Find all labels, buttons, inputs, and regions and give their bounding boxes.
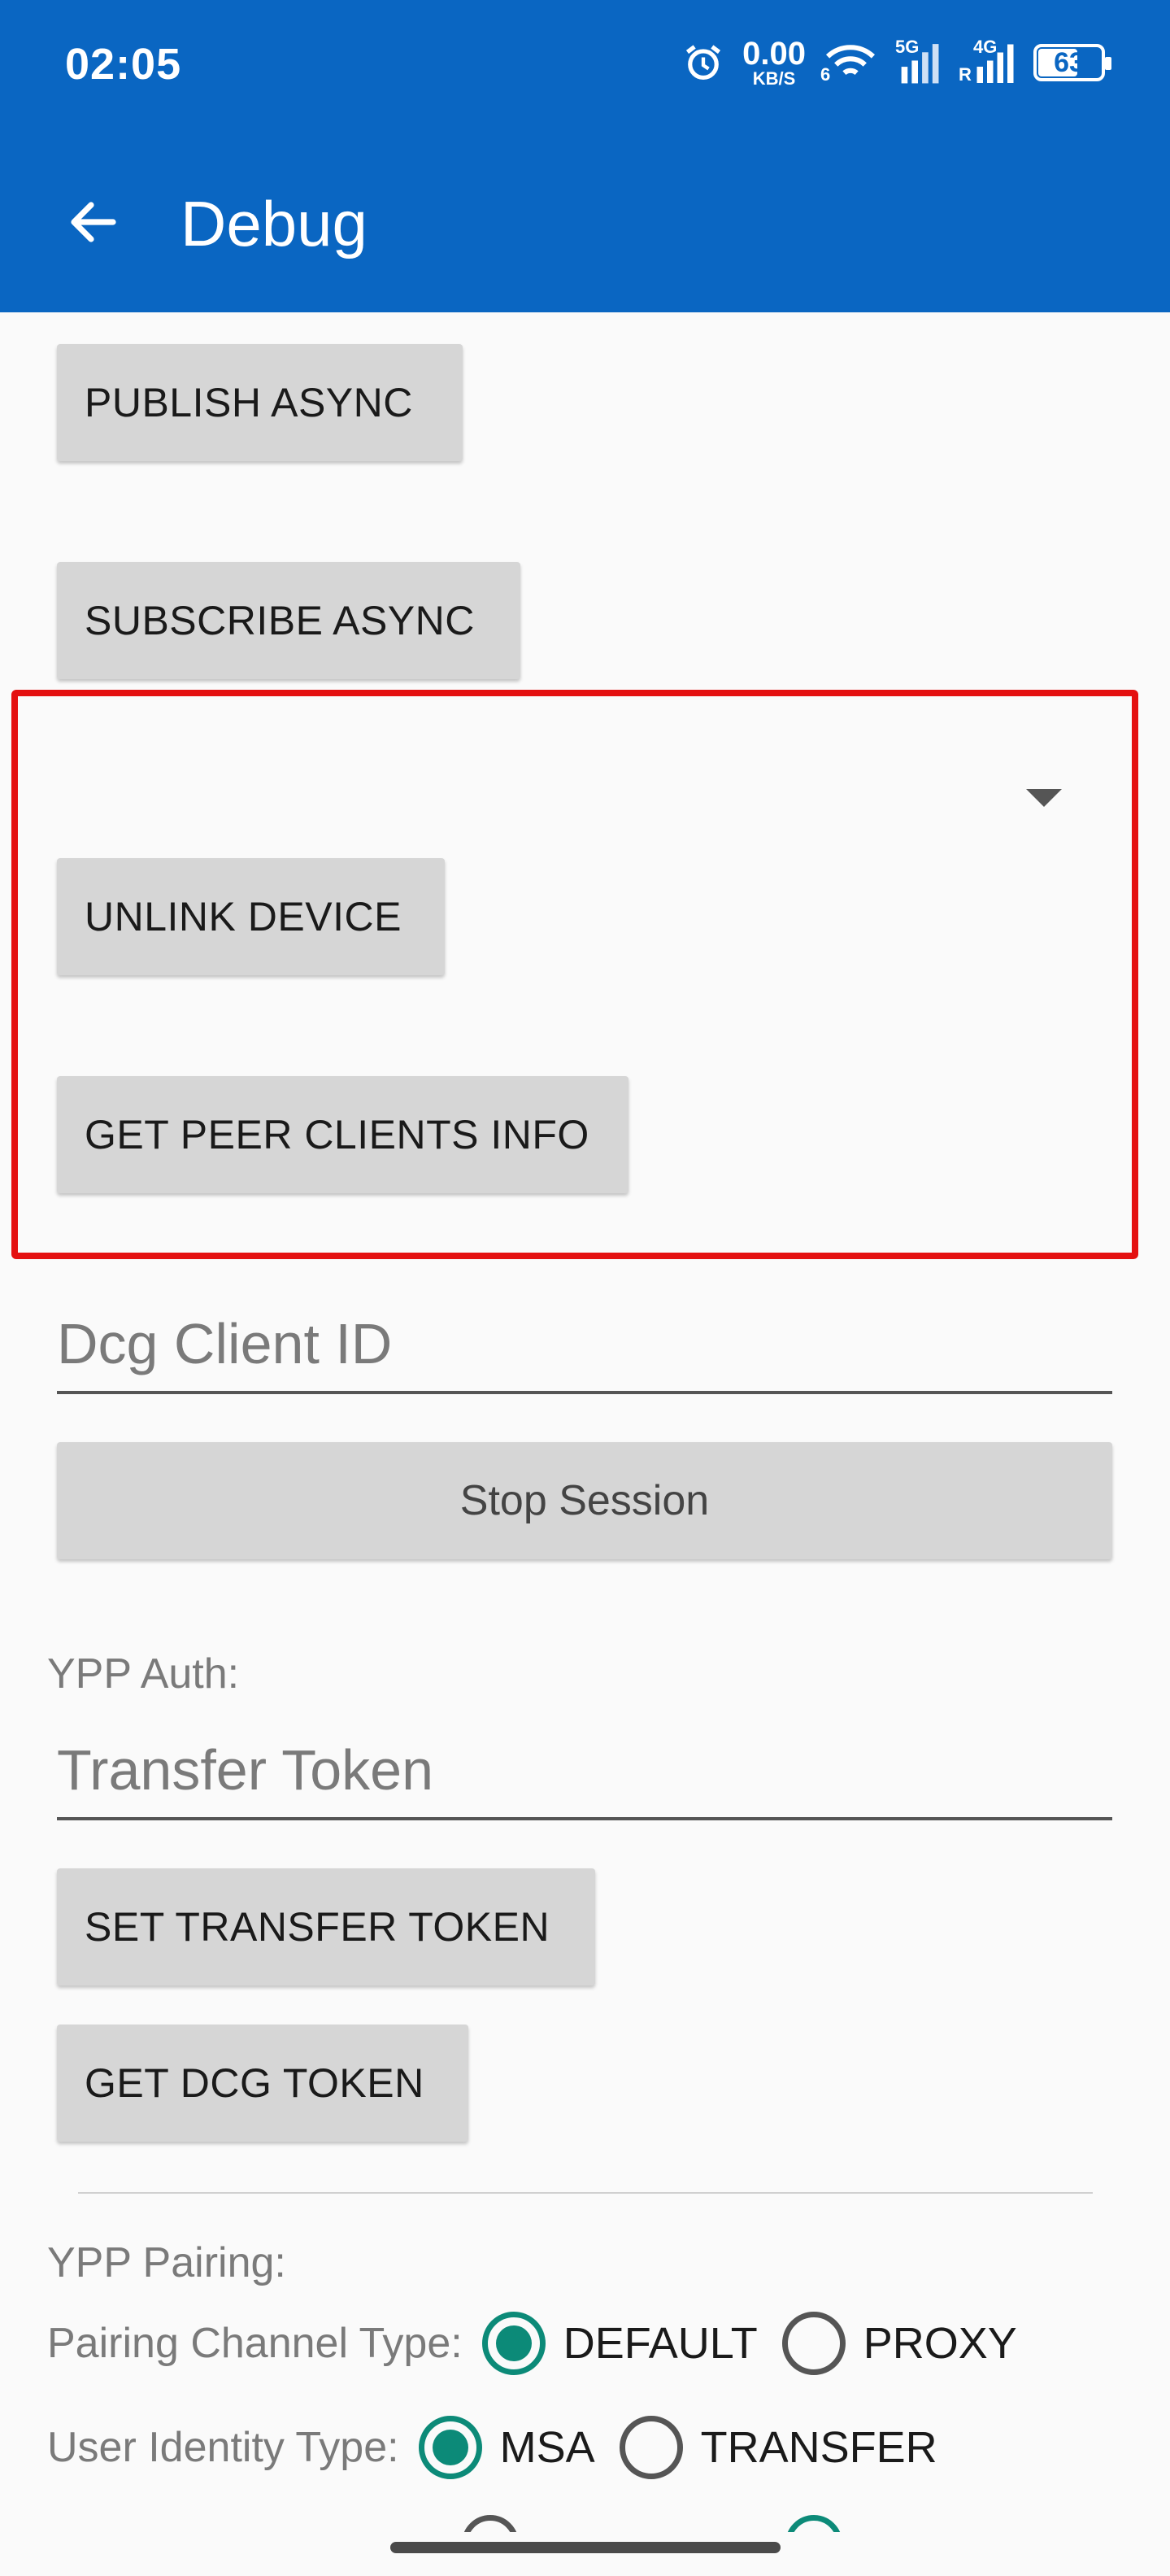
ypp-auth-label: YPP Auth: bbox=[47, 1650, 240, 1698]
unlink-device-button[interactable]: UNLINK DEVICE bbox=[57, 858, 445, 975]
wifi-icon: 6 bbox=[820, 41, 877, 85]
user-identity-label: User Identity Type: bbox=[47, 2424, 399, 2471]
page-title: Debug bbox=[181, 188, 368, 259]
dcg-client-id-field bbox=[57, 1311, 1112, 1394]
pairing-channel-row: Pairing Channel Type: DEFAULT PROXY bbox=[47, 2312, 1042, 2375]
set-transfer-token-button[interactable]: SET TRANSFER TOKEN bbox=[57, 1868, 595, 1985]
status-time: 02:05 bbox=[65, 40, 182, 89]
publish-async-button[interactable]: PUBLISH ASYNC bbox=[57, 344, 463, 461]
subscribe-async-button[interactable]: SUBSCRIBE ASYNC bbox=[57, 562, 520, 679]
transfer-token-input[interactable] bbox=[57, 1737, 1112, 1812]
radio-default[interactable] bbox=[481, 2312, 546, 2375]
dcg-client-id-input[interactable] bbox=[57, 1311, 1112, 1386]
stop-session-button[interactable]: Stop Session bbox=[57, 1442, 1112, 1559]
get-dcg-token-button[interactable]: GET DCG TOKEN bbox=[57, 2025, 468, 2142]
app-bar: 02:05 0.00 KB/S 6 5G 4G R 63 Debug bbox=[0, 0, 1170, 312]
arrow-left-icon bbox=[71, 202, 116, 242]
get-peer-clients-info-button[interactable]: GET PEER CLIENTS INFO bbox=[57, 1076, 628, 1193]
radio-proxy[interactable] bbox=[781, 2312, 846, 2375]
pairing-channel-label: Pairing Channel Type: bbox=[47, 2320, 463, 2367]
battery-icon: 63 bbox=[1033, 44, 1111, 81]
back-button[interactable] bbox=[57, 185, 130, 259]
radio-transfer[interactable] bbox=[619, 2416, 683, 2479]
home-indicator[interactable] bbox=[390, 2542, 781, 2553]
user-identity-row: User Identity Type: MSA TRANSFER bbox=[47, 2416, 962, 2479]
radio-transfer-label[interactable]: TRANSFER bbox=[701, 2422, 937, 2473]
radio-default-label[interactable]: DEFAULT bbox=[563, 2318, 758, 2369]
radio-proxy-label[interactable]: PROXY bbox=[863, 2318, 1017, 2369]
partial-radio[interactable] bbox=[785, 2515, 842, 2532]
net-speed: 0.00 KB/S bbox=[742, 36, 806, 89]
divider bbox=[78, 2192, 1093, 2194]
signal-icon: 4G R bbox=[959, 37, 1016, 85]
status-icons: 0.00 KB/S 6 5G 4G R 63 bbox=[682, 36, 1111, 89]
transfer-token-field bbox=[57, 1737, 1112, 1820]
radio-msa[interactable] bbox=[418, 2416, 482, 2479]
radio-msa-label[interactable]: MSA bbox=[500, 2422, 595, 2473]
signal-icon: 5G bbox=[895, 37, 941, 84]
ypp-pairing-label: YPP Pairing: bbox=[47, 2239, 286, 2286]
dropdown-arrow-icon[interactable] bbox=[1026, 789, 1062, 807]
alarm-icon bbox=[682, 41, 724, 84]
